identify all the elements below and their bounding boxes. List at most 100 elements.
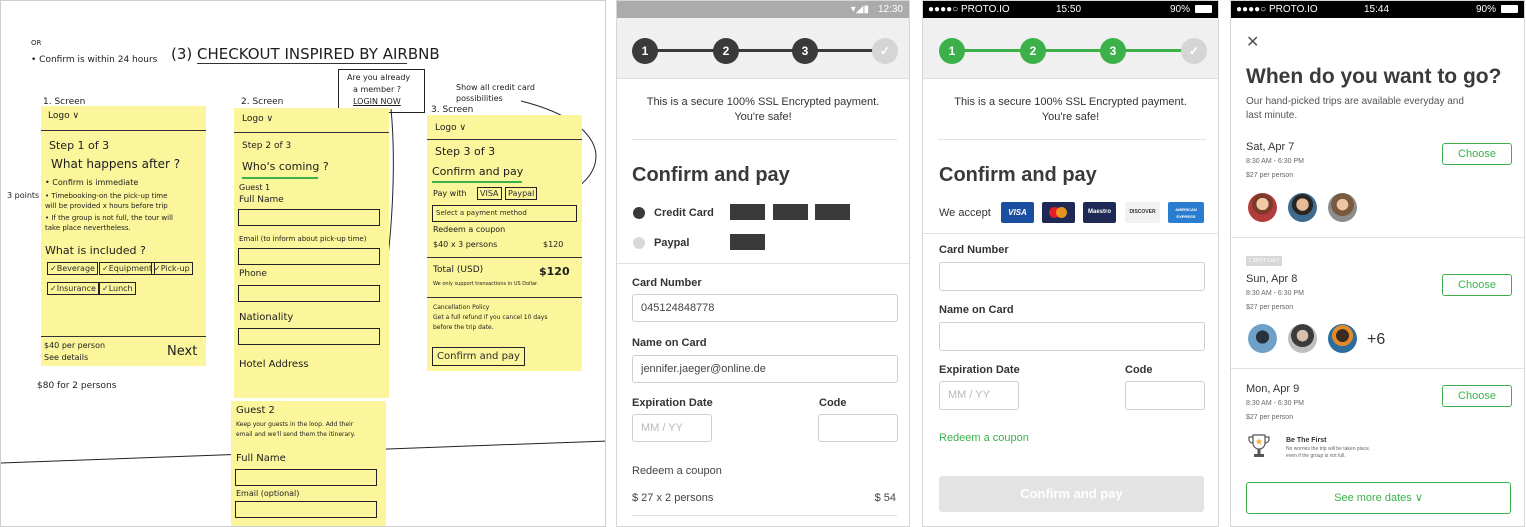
confirm-and-pay-button[interactable]: Confirm and pay xyxy=(939,476,1204,512)
s3-divider-1 xyxy=(427,257,582,258)
time-range: 8:30 AM - 6:30 PM xyxy=(1246,400,1304,407)
s1-chip-pickup: ✓Pick-up xyxy=(151,262,193,275)
expiration-input[interactable]: MM / YY xyxy=(939,381,1019,410)
code-input[interactable] xyxy=(1125,381,1205,410)
code-label: Code xyxy=(1125,364,1153,376)
s2-loop-b: email and we'll send them the itinerary. xyxy=(236,431,356,438)
secure-line-1: This is a secure 100% SSL Encrypted paym… xyxy=(646,96,880,108)
divider xyxy=(938,139,1206,140)
step-2[interactable]: 2 xyxy=(713,38,739,64)
maestro-icon: Maestro xyxy=(1083,202,1116,223)
s3-chip-visa: VISA xyxy=(477,187,502,200)
s1-chip-beverage: ✓Beverage xyxy=(47,262,98,275)
s1-chip-lunch: ✓Lunch xyxy=(99,282,136,295)
name-on-card-input[interactable]: jennifer.jaeger@online.de xyxy=(632,355,898,383)
radio-paypal[interactable] xyxy=(633,237,645,249)
more-attendees-count: +6 xyxy=(1367,331,1386,348)
step-3[interactable]: 3 xyxy=(1100,38,1126,64)
progress-stepper: 1 2 3 ✓ xyxy=(923,18,1218,79)
amex-icon: AMERICAN EXPRESS xyxy=(1168,202,1204,223)
expiration-label: Expiration Date xyxy=(632,397,713,409)
step-done-icon: ✓ xyxy=(1181,38,1207,64)
option-paypal[interactable]: Paypal xyxy=(654,237,689,249)
s3-total-value: $120 xyxy=(539,265,570,278)
status-time: 15:50 xyxy=(1056,4,1082,15)
time-range: 8:30 AM - 6:30 PM xyxy=(1246,158,1304,165)
ios-status-bar: ●●●●○ PROTO.IO 15:50 90% xyxy=(923,1,1218,18)
stepper-line xyxy=(951,49,1191,52)
signal-icon: ▾◢▮ xyxy=(850,4,869,15)
step-3[interactable]: 3 xyxy=(792,38,818,64)
s2-highlight xyxy=(242,177,318,179)
card-number-input[interactable]: 045124848778 xyxy=(632,294,898,322)
subtitle-line-2: last minute. xyxy=(1246,110,1298,121)
s2-email-box xyxy=(238,248,380,265)
s2-email2-box xyxy=(235,501,377,518)
s2-nationality-box xyxy=(238,328,380,345)
s3-sticky: Logo ∨ Step 3 of 3 Confirm and pay Pay w… xyxy=(427,115,582,371)
battery-icon xyxy=(1501,5,1518,13)
s2-hotel-label: Hotel Address xyxy=(239,359,309,370)
s1-bullet-2b: will be provided x hours before trip xyxy=(45,202,168,210)
s3-logo: Logo ∨ xyxy=(435,123,467,133)
page-title: Confirm and pay xyxy=(632,164,790,186)
step-1[interactable]: 1 xyxy=(939,38,965,64)
s2-loop-a: Keep your guests in the loop. Add their xyxy=(236,421,354,428)
expiration-label: Expiration Date xyxy=(939,364,1020,376)
see-more-dates-button[interactable]: See more dates ∨ xyxy=(1246,482,1511,514)
close-icon[interactable]: ✕ xyxy=(1246,32,1259,52)
step-1[interactable]: 1 xyxy=(632,38,658,64)
page-title: Confirm and pay xyxy=(939,164,1097,186)
be-the-first-line-1: No worries the trip will be taken place, xyxy=(1286,446,1371,452)
choose-button[interactable]: Choose xyxy=(1442,274,1512,296)
s3-heading: 3. Screen xyxy=(431,105,474,115)
s3-cancel-title: Cancellation Policy xyxy=(433,304,490,311)
be-the-first-line-2: even if the group is not full. xyxy=(1286,453,1346,459)
we-accept-label: We accept xyxy=(939,207,991,219)
s2-email2-label: Email (optional) xyxy=(236,489,300,498)
option-credit-card[interactable]: Credit Card xyxy=(654,207,714,219)
avatar xyxy=(1288,324,1317,353)
phone-date-picker: ●●●●○ PROTO.IO 15:44 90% ✕ When do you w… xyxy=(1230,0,1525,527)
be-the-first-title: Be The First xyxy=(1286,437,1327,444)
s3-step: Step 3 of 3 xyxy=(435,145,496,158)
choose-button[interactable]: Choose xyxy=(1442,143,1512,165)
s3-pay-with: Pay with xyxy=(433,189,467,198)
carrier: ●●●●○ PROTO.IO xyxy=(1236,4,1318,15)
name-on-card-input[interactable] xyxy=(939,322,1205,351)
sketch-panel: OR • Confirm is within 24 hours (3) CHEC… xyxy=(0,0,606,527)
s2-question: Who's coming ? xyxy=(242,160,329,173)
page-title: When do you want to go? xyxy=(1246,65,1502,88)
divider xyxy=(1231,368,1524,369)
avatar xyxy=(1288,193,1317,222)
phone-checkout-dark: ▾◢▮ 12:30 1 2 3 ✓ This is a secure 100% … xyxy=(616,0,910,527)
expiration-input[interactable]: MM / YY xyxy=(632,414,712,442)
s1-chip-equipment: ✓Equipment xyxy=(99,262,156,275)
radio-credit-card[interactable] xyxy=(633,207,645,219)
visa-icon: VISA xyxy=(1001,202,1034,223)
time-range: 8:30 AM - 6:30 PM xyxy=(1246,290,1304,297)
card-number-label: Card Number xyxy=(632,277,702,289)
s3-divider-2 xyxy=(427,297,582,298)
s3-calc: $40 x 3 persons xyxy=(433,240,498,249)
avatar xyxy=(1248,324,1277,353)
s3-header-line xyxy=(427,139,582,140)
step-2[interactable]: 2 xyxy=(1020,38,1046,64)
s1-footer-line xyxy=(41,336,206,337)
stepper-line xyxy=(645,49,880,52)
name-on-card-label: Name on Card xyxy=(632,337,707,349)
card-number-input[interactable] xyxy=(939,262,1205,291)
mastercard-icon xyxy=(1042,202,1075,223)
status-time: 12:30 xyxy=(877,4,903,15)
redeem-coupon-link[interactable]: Redeem a coupon xyxy=(939,432,1029,444)
s3-confirm-button: Confirm and pay xyxy=(432,347,525,366)
s2-sticky-guest2: Guest 2 Keep your guests in the loop. Ad… xyxy=(231,401,386,526)
redeem-coupon-link[interactable]: Redeem a coupon xyxy=(632,465,722,477)
spots-left-badge: 1 SPOT LEFT xyxy=(1246,256,1282,266)
s3-calc-value: $120 xyxy=(543,240,564,249)
code-input[interactable] xyxy=(818,414,898,442)
choose-button[interactable]: Choose xyxy=(1442,385,1512,407)
ios-status-bar: ●●●●○ PROTO.IO 15:44 90% xyxy=(1231,1,1524,18)
price-per-person: $27 per person xyxy=(1246,172,1294,179)
s3-support: We only support transactions in US Dolla… xyxy=(433,281,539,287)
